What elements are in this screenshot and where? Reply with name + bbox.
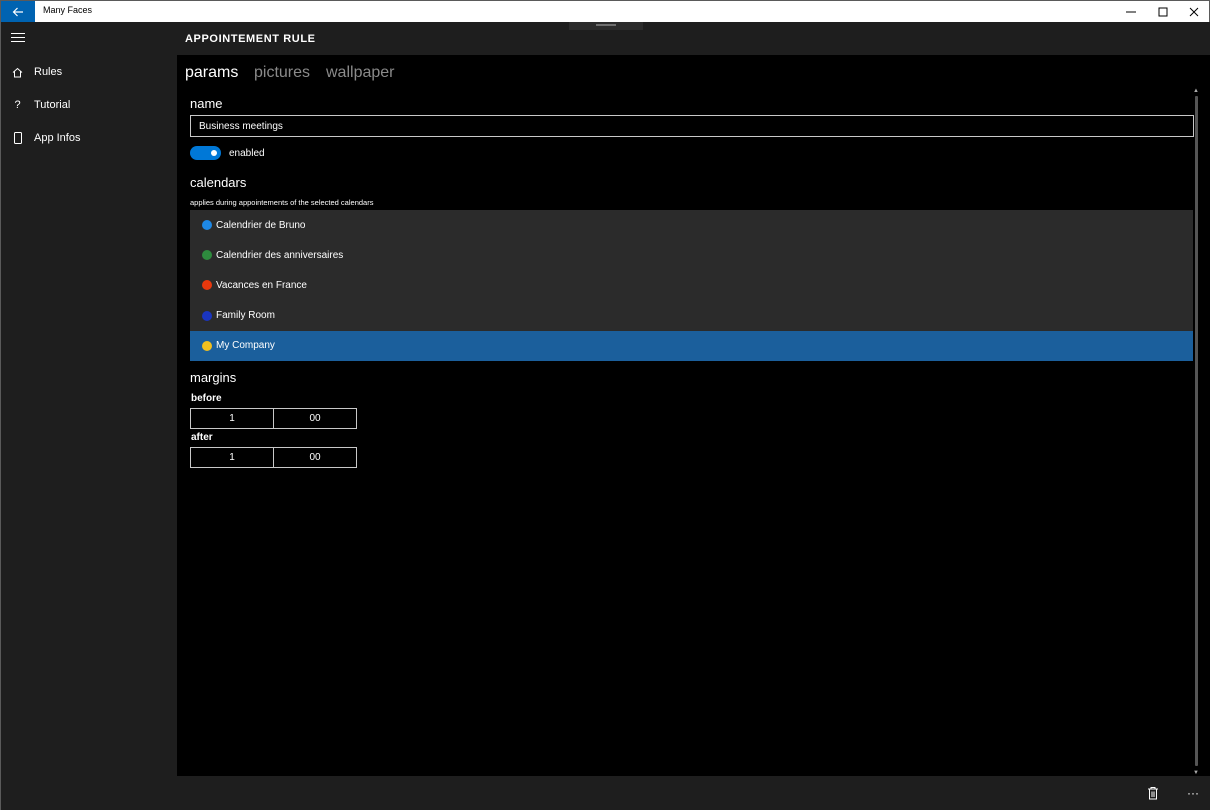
calendar-name: Calendrier de Bruno [216, 219, 306, 231]
calendar-color-dot [202, 280, 212, 291]
sidebar: Rules ? Tutorial App Infos [0, 22, 177, 776]
calendar-color-dot [202, 250, 212, 261]
maximize-icon [1158, 7, 1168, 17]
sidebar-item-tutorial[interactable]: ? Tutorial [1, 90, 178, 120]
calendar-item[interactable]: Calendrier de Bruno [190, 210, 1193, 241]
question-icon: ? [14, 99, 21, 111]
calendar-item[interactable]: Family Room [190, 300, 1193, 331]
before-time-picker[interactable]: 1 00 [190, 408, 357, 429]
calendars-label: calendars [190, 175, 247, 190]
sidebar-item-label: Rules [34, 66, 63, 78]
phone-icon [1, 132, 34, 144]
calendar-item-selected[interactable]: My Company [190, 330, 1193, 361]
title-bar: Many Faces [0, 0, 1210, 23]
minimize-icon [1126, 11, 1136, 13]
after-hours[interactable]: 1 [191, 448, 273, 467]
enabled-toggle[interactable] [190, 146, 221, 160]
hamburger-menu-button[interactable] [11, 33, 25, 45]
calendar-item[interactable]: Vacances en France [190, 270, 1193, 301]
command-bar: ··· [0, 776, 1210, 810]
trash-icon [1148, 787, 1158, 800]
calendar-name: Vacances en France [216, 279, 307, 291]
back-arrow-icon [12, 7, 23, 17]
close-icon [1189, 7, 1199, 17]
sidebar-item-label: App Infos [34, 132, 81, 144]
vertical-scrollbar[interactable]: ▲ ▼ [1193, 88, 1200, 776]
calendars-hint: applies during appointements of the sele… [190, 198, 374, 207]
drag-handle[interactable] [569, 22, 643, 30]
page-header: APPOINTEMENT RULE [177, 22, 1210, 55]
sidebar-item-app-infos[interactable]: App Infos [1, 123, 178, 153]
scroll-thumb[interactable] [1195, 96, 1198, 766]
calendar-list: Calendrier de Bruno Calendrier des anniv… [190, 210, 1193, 361]
calendar-color-dot [202, 310, 212, 321]
name-label: name [190, 96, 223, 111]
close-button[interactable] [1178, 1, 1210, 23]
before-hours[interactable]: 1 [191, 409, 273, 428]
calendar-item[interactable]: Calendrier des anniversaires [190, 240, 1193, 271]
calendar-name: My Company [216, 340, 275, 352]
calendar-name: Family Room [216, 310, 275, 322]
home-icon [1, 67, 34, 78]
tab-pictures[interactable]: pictures [254, 64, 310, 82]
before-minutes[interactable]: 00 [273, 409, 356, 428]
page-title: APPOINTEMENT RULE [185, 33, 316, 45]
minimize-button[interactable] [1115, 1, 1147, 23]
sidebar-item-rules[interactable]: Rules [1, 57, 178, 87]
scroll-up-arrow-icon[interactable]: ▲ [1193, 88, 1199, 94]
tab-params[interactable]: params [185, 64, 238, 82]
sidebar-item-label: Tutorial [34, 99, 71, 111]
name-input[interactable] [190, 115, 1194, 137]
more-button[interactable]: ··· [1182, 783, 1204, 803]
calendar-color-dot [202, 220, 212, 231]
calendar-color-dot [202, 340, 212, 351]
toggle-knob [211, 150, 217, 156]
delete-button[interactable] [1142, 783, 1164, 803]
after-time-picker[interactable]: 1 00 [190, 447, 357, 468]
after-minutes[interactable]: 00 [273, 448, 356, 467]
app-title: Many Faces [43, 5, 93, 15]
enabled-label: enabled [229, 148, 265, 159]
hamburger-line [11, 41, 25, 42]
after-label: after [191, 432, 213, 443]
back-button[interactable] [1, 1, 35, 23]
hamburger-line [11, 37, 25, 38]
maximize-button[interactable] [1147, 1, 1179, 23]
hamburger-line [11, 33, 25, 34]
margins-label: margins [190, 370, 237, 385]
before-label: before [191, 393, 222, 404]
tab-wallpaper[interactable]: wallpaper [326, 64, 394, 82]
calendar-name: Calendrier des anniversaires [216, 249, 344, 261]
